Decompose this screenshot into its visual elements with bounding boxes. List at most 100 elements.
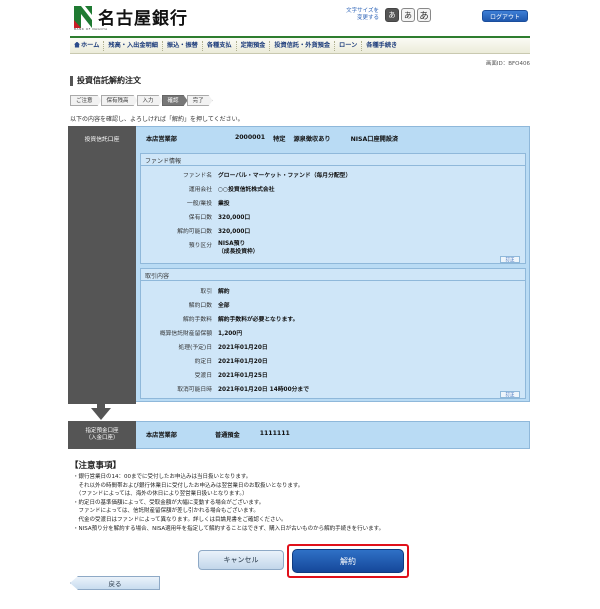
field-label: 処理(予定)日 [178, 345, 212, 351]
home-icon [74, 41, 80, 48]
header: 名古屋銀行 BANK OF NAGOYA 文字サイズを変更する あ あ あ ログ… [0, 0, 600, 36]
field-value: NISA預り （成長投資枠） [218, 240, 259, 256]
fund-field-redeemable: 解約可能口数 320,000口 [134, 226, 250, 235]
nav-item-label: ホーム [81, 41, 100, 49]
txn-field-type: 取引 解約 [134, 286, 230, 295]
field-value: ○○投資信託株式会社 [218, 187, 275, 193]
field-label: 取引 [200, 289, 212, 295]
deposit-value-line1: NISA預り [218, 241, 246, 247]
fund-correct-button[interactable]: 訂正 [500, 256, 520, 263]
text-size-control: 文字サイズを変更する あ あ あ [345, 8, 431, 22]
account-header-column [68, 126, 136, 404]
note-line: ファンドによっては、信託財産留保額が差し引かれる場合もございます。 [73, 508, 259, 515]
nav-item-balance[interactable]: 残高・入出金明細 [104, 40, 163, 51]
note-line: ・NISA預り分を解約する場合、NISA適用年を指定して解約することはできず、購… [73, 525, 385, 532]
account-branch: 本店営業部 [146, 136, 177, 143]
bank-logo[interactable]: 名古屋銀行 [74, 4, 188, 29]
txn-field-process-date: 処理(予定)日 2021年01月20日 [134, 342, 268, 351]
text-size-label: 文字サイズを変更する [346, 8, 379, 21]
progress-steps: ご注意 保有残高 入力 確認 完了 [70, 95, 212, 106]
fund-field-company: 運用会社 ○○投資信託株式会社 [134, 184, 275, 193]
notes-title: 【注意事項】 [70, 461, 122, 471]
note-line: それ以外の時間帯および銀行休業日に受付したお申込みは翌営業日のお取扱いとなります… [73, 482, 304, 489]
transaction-correct-button[interactable]: 訂正 [500, 391, 520, 398]
txn-field-trade-date: 約定日 2021年01月20日 [134, 356, 268, 365]
field-label: 一般/業投 [186, 201, 212, 207]
text-size-medium-button[interactable]: あ [401, 8, 415, 22]
back-button[interactable]: 戻る [70, 576, 160, 590]
global-nav: ホーム 残高・入出金明細 振込・振替 各種支払 定期預金 投資信託・外貨預金 ロ… [70, 36, 530, 54]
destination-type: 普通預金 [214, 432, 240, 439]
txn-field-units: 解約口数 全部 [134, 300, 230, 309]
txn-field-reserve: 概算信託財産留保額 1,200円 [134, 328, 242, 337]
notes-list: ・銀行営業日の14：00までに受付したお申込みは当日扱いとなります。 それ以外の… [73, 473, 528, 533]
nisa-status: NISA口座開設済 [350, 136, 399, 143]
withholding-status: 源泉徴収あり [293, 136, 331, 143]
field-value: 2021年01月20日 [218, 345, 268, 351]
logout-button[interactable]: ログアウト [482, 10, 528, 22]
note-line: ・銀行営業日の14：00までに受付したお申込みは当日扱いとなります。 [73, 474, 252, 480]
field-label: 概算信託財産留保額 [159, 331, 212, 337]
field-value: 解約 [218, 289, 230, 295]
destination-account-header: 指定預金口座 （入金口座） [68, 421, 136, 449]
destination-header-line2: （入金口座） [85, 435, 119, 441]
note-line: ・約定日の基準価額によって、受取金額が大幅に変動する場合がございます。 [73, 499, 265, 506]
text-size-small-button[interactable]: あ [385, 8, 399, 22]
redeem-button[interactable]: 解約 [292, 549, 404, 573]
note-line: （ファンドによっては、海外の休日により翌営業日扱いとなります。） [73, 491, 248, 498]
field-value: 2021年01月20日 14時00分まで [218, 387, 309, 393]
investment-account-label: 投資信託口座 [84, 137, 120, 143]
nav-item-procedures[interactable]: 各種手続き [362, 41, 401, 51]
step-confirm: 確認 [162, 95, 188, 106]
field-label: 解約手数料 [183, 317, 212, 323]
destination-account-panel [68, 421, 530, 449]
note-line: 代金の受渡日はファンドによって異なります。詳しくは目論見書をご確認ください。 [73, 516, 287, 523]
nav-item-loan[interactable]: ローン [335, 40, 363, 51]
field-value: 1,200円 [218, 331, 243, 337]
field-label: 解約可能口数 [177, 229, 212, 235]
nav-item-home[interactable]: ホーム [70, 40, 105, 51]
step-input: 入力 [137, 95, 163, 106]
txn-field-settlement-date: 受渡日 2021年01月25日 [134, 370, 268, 379]
field-label: 約定日 [194, 359, 212, 365]
transaction-info-title: 取引内容 [145, 273, 170, 280]
account-type: 特定 [273, 136, 286, 143]
field-label: ファンド名 [183, 173, 212, 179]
nav-item-investment[interactable]: 投資信託・外貨預金 [270, 40, 336, 51]
field-value: 全部 [218, 303, 230, 309]
fund-field-deposit-type: 預り区分 NISA預り （成長投資枠） [134, 240, 259, 256]
bank-name-en: BANK OF NAGOYA [74, 27, 108, 31]
flow-arrow-down-icon [91, 408, 111, 420]
divider [141, 280, 525, 281]
step-caution: ご注意 [70, 95, 102, 106]
field-label: 預り区分 [188, 243, 212, 249]
destination-header-line1: 指定預金口座 [85, 428, 119, 434]
nav-item-time-deposit[interactable]: 定期預金 [237, 40, 271, 51]
field-value: 解約手数料が必要となります。 [218, 317, 299, 323]
fund-info-title: ファンド情報 [145, 158, 182, 165]
nav-item-payments[interactable]: 各種支払 [203, 40, 237, 51]
txn-field-cancel-deadline: 取消可能日時 2021年01月20日 14時00分まで [134, 384, 309, 393]
txn-field-fee: 解約手数料 解約手数料が必要となります。 [134, 314, 298, 323]
field-label: 運用会社 [188, 187, 212, 193]
destination-account-number: 1111111 [259, 430, 290, 437]
field-value: グローバル・マーケット・ファンド（毎月分配型） [218, 173, 352, 179]
text-size-large-button[interactable]: あ [417, 8, 431, 22]
field-value: 業投 [218, 201, 230, 207]
screen-id: 画面ID：BFO406 [485, 61, 530, 67]
field-value: 2021年01月20日 [218, 359, 268, 365]
field-value: 320,000口 [218, 229, 251, 235]
destination-account-row: 本店営業部 普通預金 1111111 [146, 430, 290, 439]
field-label: 保有口数 [188, 215, 212, 221]
divider [141, 165, 525, 166]
cancel-button[interactable]: キャンセル [198, 550, 284, 570]
deposit-value-line2: （成長投資枠） [218, 249, 259, 255]
page-title: 投資信託解約注文 [70, 76, 141, 86]
fund-field-holdings: 保有口数 320,000口 [134, 212, 250, 221]
nav-item-transfer[interactable]: 振込・振替 [163, 40, 203, 51]
step-complete: 完了 [187, 95, 213, 106]
bank-logo-icon [74, 5, 92, 28]
field-label: 解約口数 [188, 303, 212, 309]
destination-branch: 本店営業部 [146, 432, 177, 439]
step-holdings: 保有残高 [101, 95, 138, 106]
